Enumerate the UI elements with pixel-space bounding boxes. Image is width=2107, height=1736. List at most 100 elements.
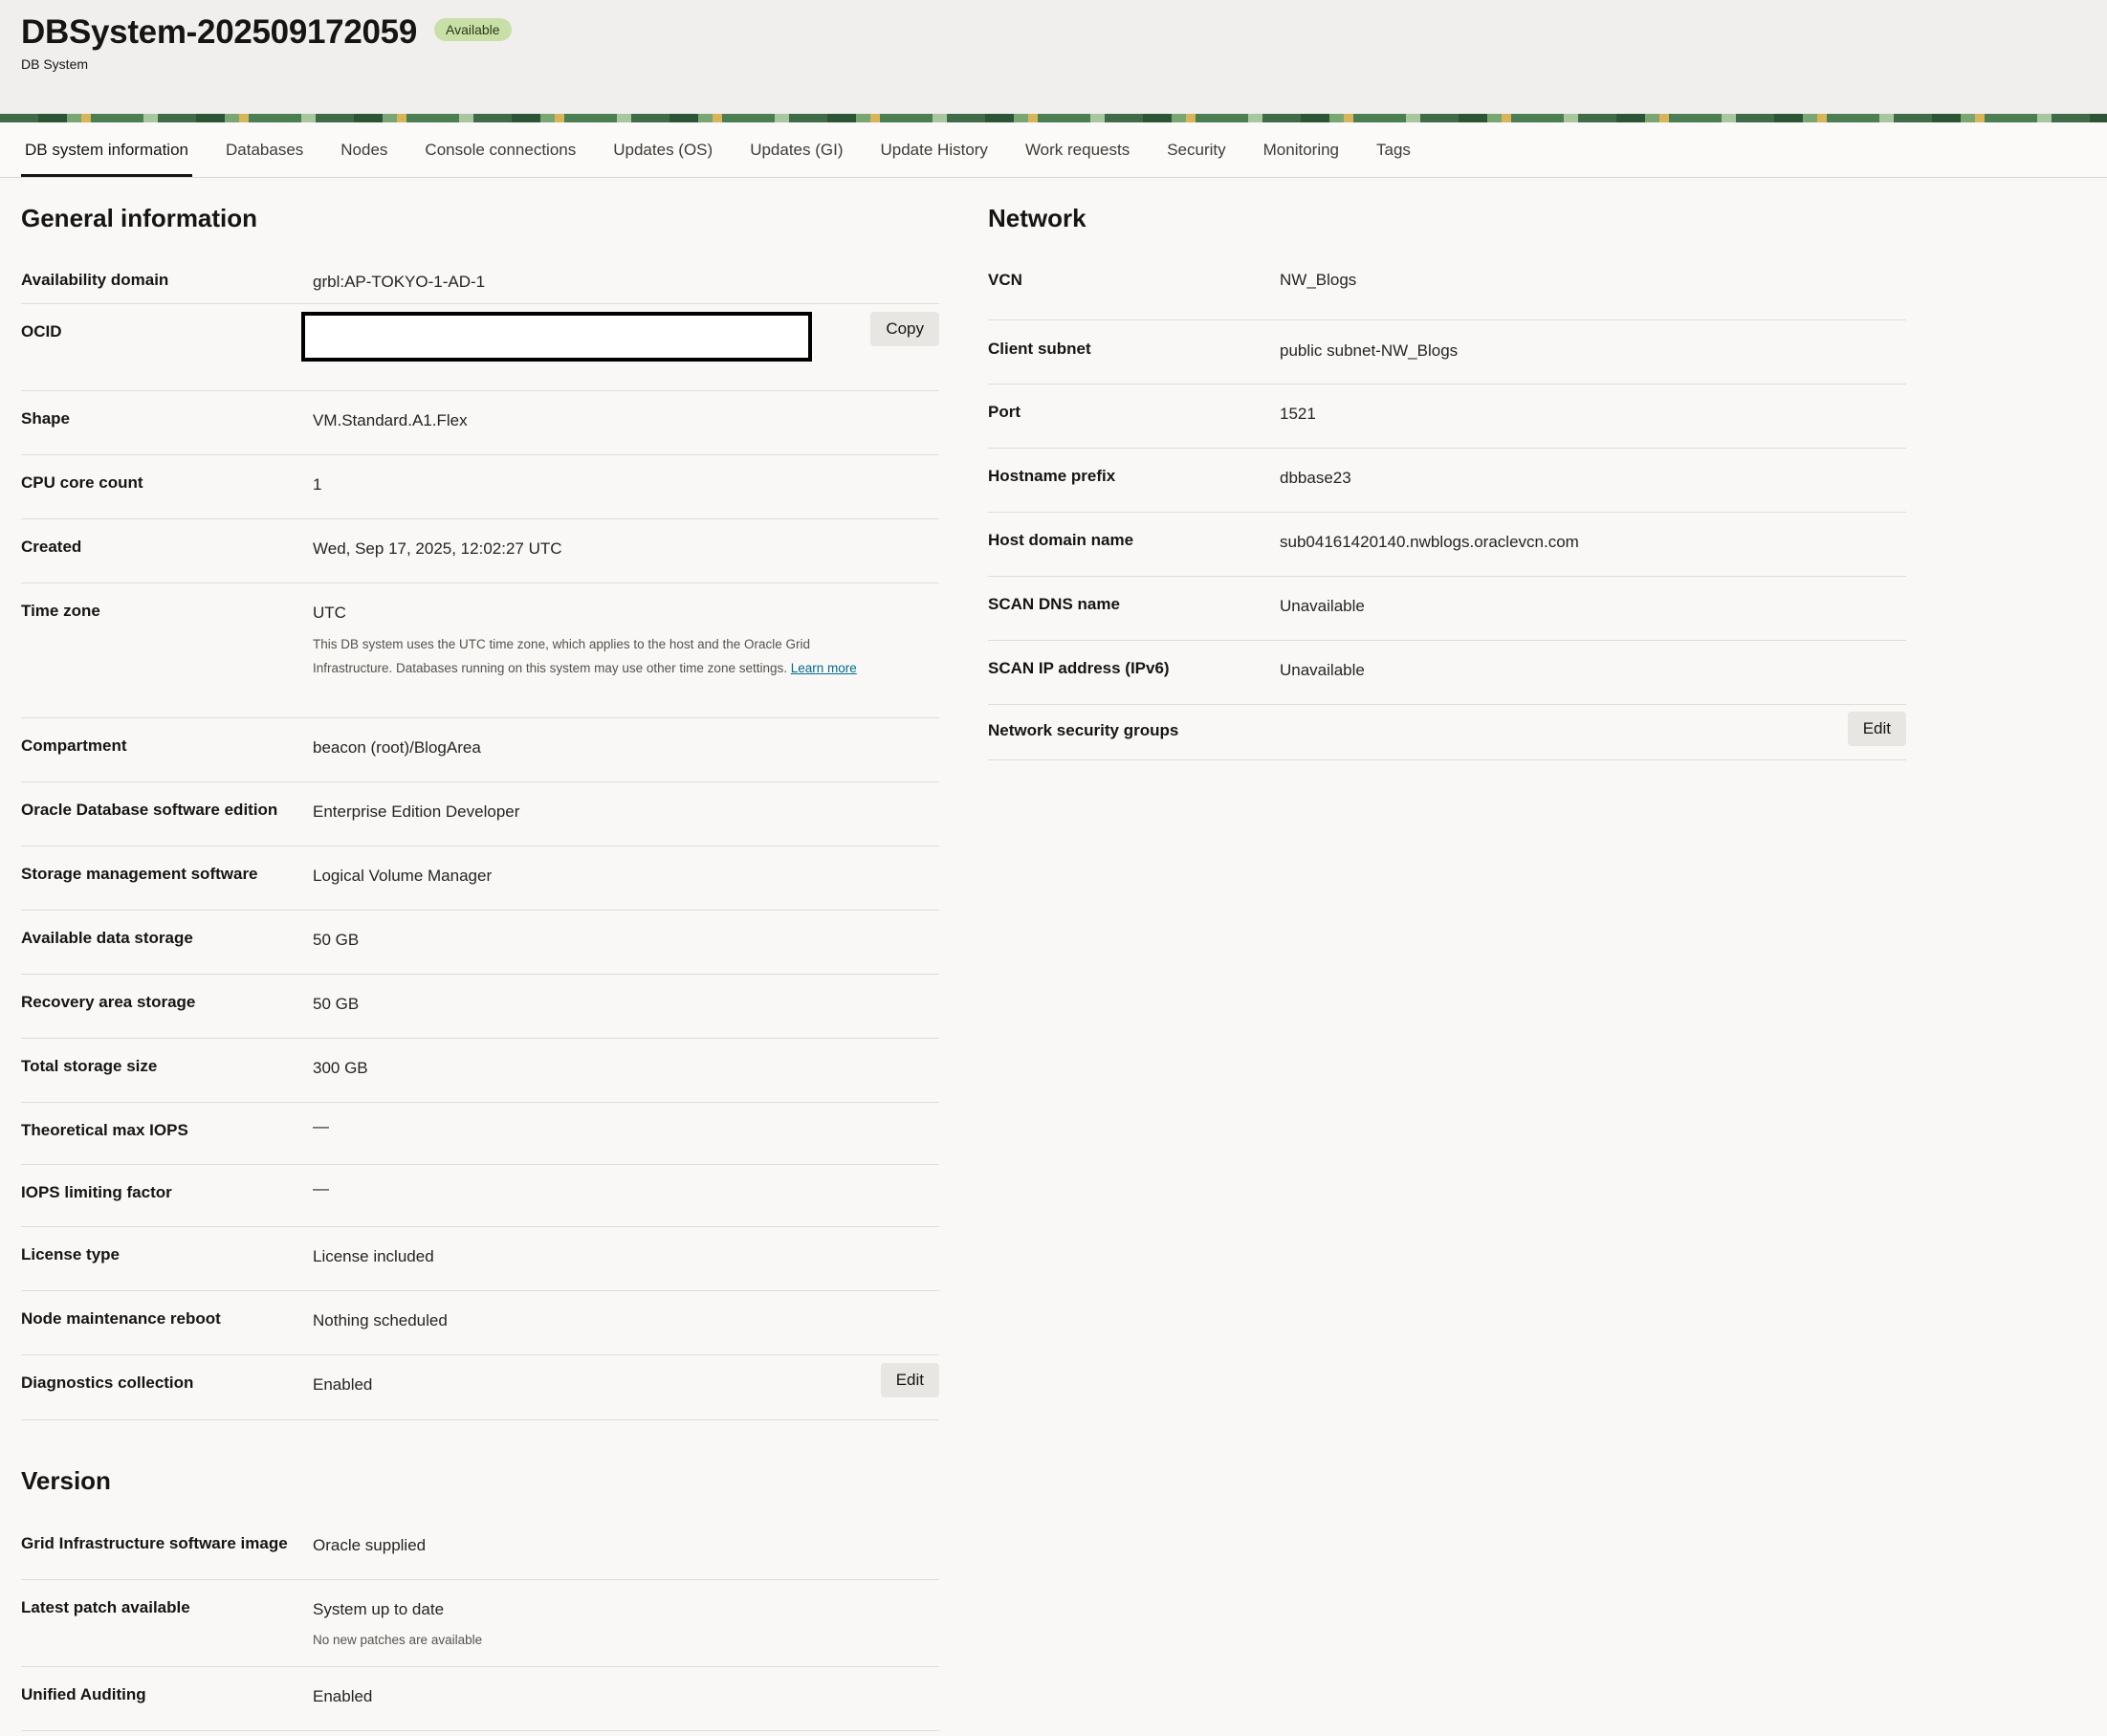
- label: Node maintenance reboot: [21, 1309, 221, 1328]
- label: Availability domain: [21, 271, 169, 289]
- value: dbbase23: [1280, 469, 1351, 487]
- value: public subnet-NW_Blogs: [1280, 341, 1459, 360]
- tab-work-requests[interactable]: Work requests: [1021, 122, 1133, 177]
- tab-security[interactable]: Security: [1163, 122, 1229, 177]
- page-subtitle: DB System: [21, 56, 89, 72]
- ocid-redacted-box: [301, 312, 812, 362]
- label: Unified Auditing: [21, 1685, 146, 1703]
- label: Compartment: [21, 736, 127, 755]
- tab-console-connections[interactable]: Console connections: [421, 122, 580, 177]
- tab-updates-os[interactable]: Updates (OS): [609, 122, 716, 177]
- row-host-domain-name: Host domain name sub04161420140.nwblogs.…: [988, 512, 1906, 577]
- label: Port: [988, 403, 1021, 421]
- label: Host domain name: [988, 531, 1134, 549]
- value: 1521: [1280, 405, 1316, 423]
- label: Recovery area storage: [21, 993, 196, 1011]
- label: Created: [21, 538, 82, 556]
- label: Total storage size: [21, 1057, 158, 1075]
- row-scan-dns-name: SCAN DNS name Unavailable: [988, 576, 1906, 641]
- value: Enabled: [313, 1687, 373, 1705]
- value: grbl:AP-TOKYO-1-AD-1: [313, 273, 486, 291]
- label: Shape: [21, 409, 71, 428]
- title-row: DBSystem-202509172059 Available: [21, 13, 512, 52]
- row-unified-auditing: Unified Auditing Enabled: [21, 1666, 939, 1731]
- value: Wed, Sep 17, 2025, 12:02:27 UTC: [313, 539, 562, 558]
- label: SCAN IP address (IPv6): [988, 659, 1170, 677]
- value: —: [313, 1117, 329, 1135]
- section-title-version: Version: [21, 1466, 111, 1495]
- row-gi-software-image: Grid Infrastructure software image Oracl…: [21, 1515, 939, 1580]
- section-title-network: Network: [988, 204, 1086, 232]
- value: Unavailable: [1280, 661, 1365, 679]
- row-created: Created Wed, Sep 17, 2025, 12:02:27 UTC: [21, 518, 939, 583]
- status-badge: Available: [434, 18, 512, 41]
- page-header: DBSystem-202509172059 Available DB Syste…: [0, 0, 2107, 122]
- row-iops-limiting-factor: IOPS limiting factor —: [21, 1164, 939, 1227]
- decorative-banner: [0, 114, 2107, 122]
- row-theoretical-max-iops: Theoretical max IOPS —: [21, 1102, 939, 1165]
- row-software-edition: Oracle Database software edition Enterpr…: [21, 781, 939, 846]
- value: 1: [313, 475, 322, 494]
- row-ocid: OCID Copy: [21, 303, 939, 391]
- learn-more-link[interactable]: Learn more: [791, 661, 857, 675]
- copy-ocid-button[interactable]: Copy: [870, 312, 939, 346]
- row-time-zone: Time zone UTC This DB system uses the UT…: [21, 582, 939, 718]
- row-latest-patch: Latest patch available System up to date…: [21, 1579, 939, 1667]
- row-cpu-core-count: CPU core count 1: [21, 454, 939, 519]
- value: sub04161420140.nwblogs.oraclevcn.com: [1280, 533, 1579, 551]
- row-vcn: VCN NW_Blogs: [988, 254, 1906, 320]
- row-node-maintenance-reboot: Node maintenance reboot Nothing schedule…: [21, 1290, 939, 1355]
- label: Theoretical max IOPS: [21, 1121, 188, 1139]
- value: License included: [313, 1247, 434, 1265]
- label: Hostname prefix: [988, 467, 1116, 485]
- tab-bar: DB system information Databases Nodes Co…: [0, 122, 2107, 178]
- value: Logical Volume Manager: [313, 867, 493, 885]
- value: 300 GB: [313, 1059, 368, 1077]
- row-available-data-storage: Available data storage 50 GB: [21, 910, 939, 975]
- row-diagnostics-collection: Diagnostics collection Enabled Edit: [21, 1354, 939, 1420]
- tab-updates-gi[interactable]: Updates (GI): [746, 122, 846, 177]
- value: UTC: [313, 604, 346, 622]
- help-text: This DB system uses the UTC time zone, w…: [313, 637, 810, 675]
- value: Enterprise Edition Developer: [313, 802, 520, 821]
- label: Client subnet: [988, 340, 1091, 358]
- label: Grid Infrastructure software image: [21, 1534, 288, 1552]
- edit-diagnostics-button[interactable]: Edit: [880, 1363, 939, 1397]
- value: Oracle supplied: [313, 1536, 427, 1554]
- label: Diagnostics collection: [21, 1373, 194, 1392]
- label: Time zone: [21, 602, 100, 620]
- page-title: DBSystem-202509172059: [21, 13, 418, 51]
- row-network-security-groups: Network security groups Edit: [988, 704, 1906, 760]
- value: Nothing scheduled: [313, 1311, 448, 1329]
- value: 50 GB: [313, 931, 360, 949]
- label: Network security groups: [988, 721, 1179, 739]
- tab-update-history[interactable]: Update History: [877, 122, 992, 177]
- value: System up to date: [313, 1600, 445, 1618]
- tab-nodes[interactable]: Nodes: [337, 122, 391, 177]
- label: IOPS limiting factor: [21, 1183, 172, 1201]
- label: VCN: [988, 271, 1022, 289]
- label: Available data storage: [21, 929, 193, 947]
- value: —: [313, 1179, 329, 1198]
- row-license-type: License type License included: [21, 1226, 939, 1291]
- label: CPU core count: [21, 473, 143, 492]
- value: 50 GB: [313, 995, 360, 1013]
- label: License type: [21, 1245, 120, 1264]
- row-hostname-prefix: Hostname prefix dbbase23: [988, 448, 1906, 513]
- row-availability-domain: Availability domain grbl:AP-TOKYO-1-AD-1: [21, 254, 939, 304]
- row-client-subnet: Client subnet public subnet-NW_Blogs: [988, 319, 1906, 385]
- tab-databases[interactable]: Databases: [222, 122, 307, 177]
- tab-monitoring[interactable]: Monitoring: [1260, 122, 1343, 177]
- vcn-link[interactable]: NW_Blogs: [1280, 271, 1356, 290]
- tab-db-system-information[interactable]: DB system information: [21, 122, 192, 177]
- label: OCID: [21, 322, 62, 341]
- label: Storage management software: [21, 865, 258, 883]
- value: beacon (root)/BlogArea: [313, 738, 481, 757]
- row-shape: Shape VM.Standard.A1.Flex: [21, 390, 939, 455]
- section-title-general: General information: [21, 204, 258, 232]
- tab-tags[interactable]: Tags: [1372, 122, 1415, 177]
- edit-nsg-button[interactable]: Edit: [1847, 712, 1906, 746]
- value: Unavailable: [1280, 597, 1365, 615]
- label: Oracle Database software edition: [21, 801, 278, 819]
- label: Latest patch available: [21, 1598, 190, 1616]
